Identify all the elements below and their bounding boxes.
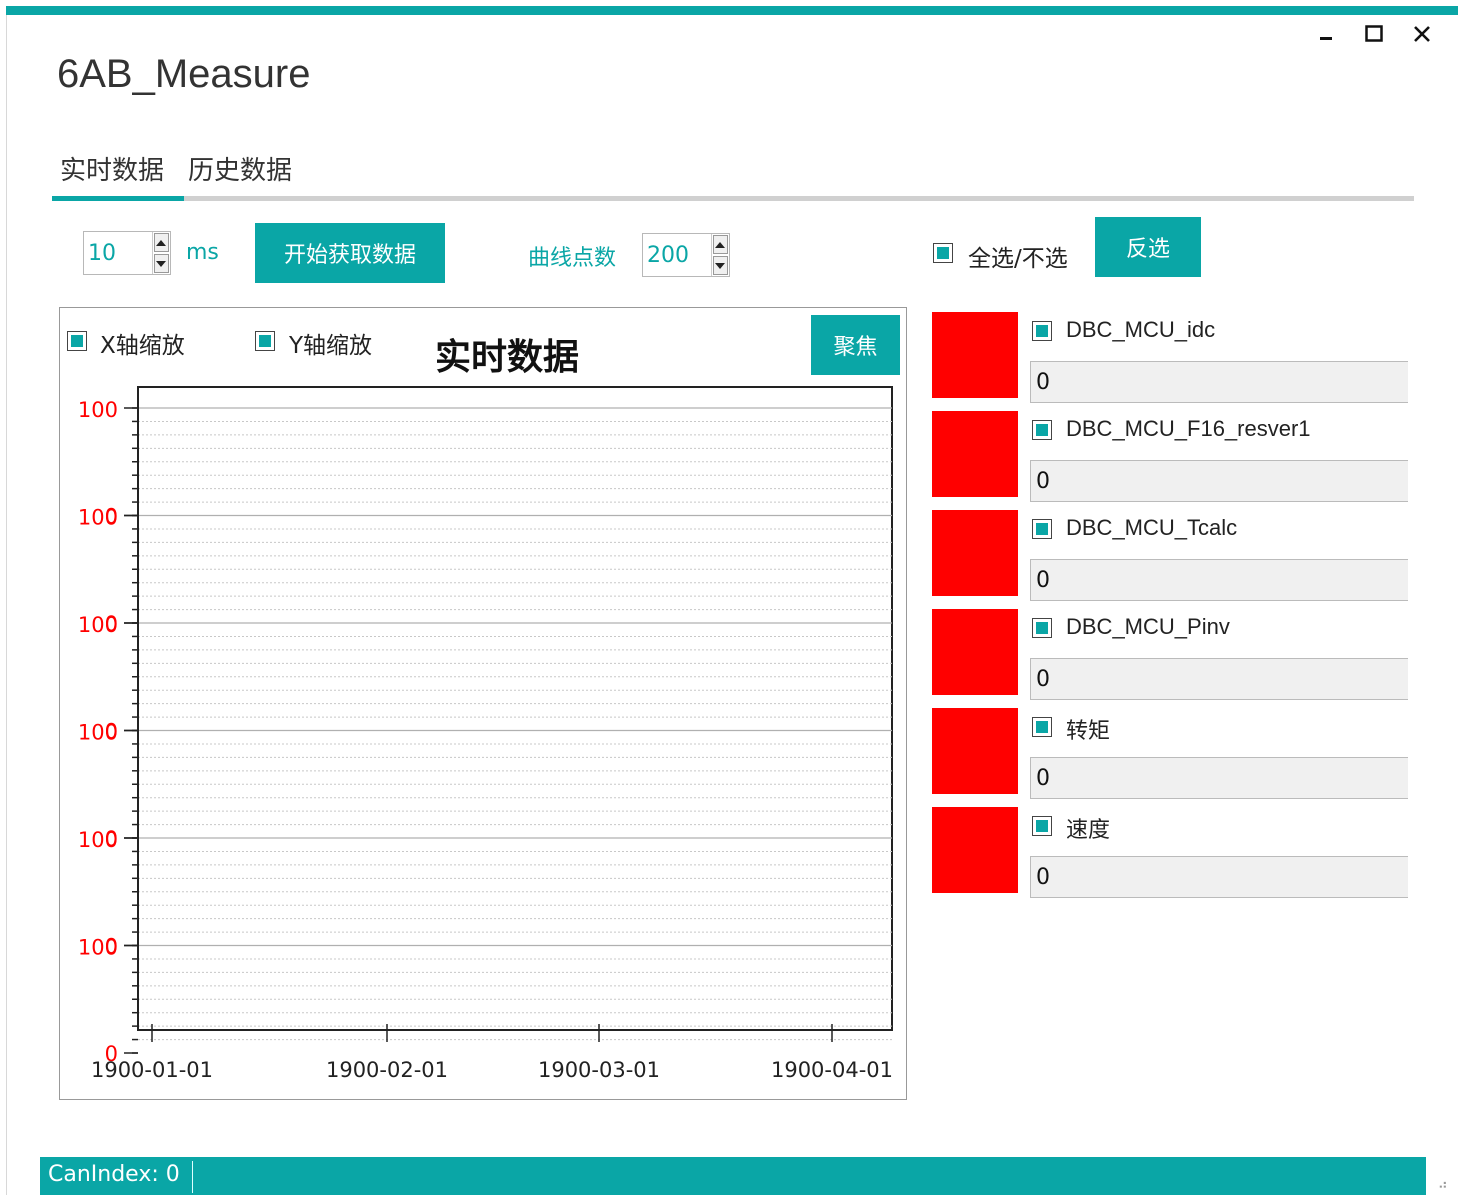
checkbox-fill [1036, 424, 1048, 436]
signal-checkbox[interactable] [1032, 420, 1052, 440]
tab-bar: 实时数据 历史数据 [52, 150, 1414, 202]
tab-realtime[interactable]: 实时数据 [54, 150, 170, 187]
window-controls [1312, 20, 1436, 48]
signal-color-swatch[interactable] [932, 312, 1018, 398]
x-tick-label: 1900-01-01 [91, 1058, 213, 1082]
window-border [6, 15, 7, 1195]
signal-name: 转矩 [1066, 718, 1111, 743]
x-tick-label: 1900-03-01 [538, 1058, 660, 1082]
signal-checkbox[interactable] [1032, 717, 1052, 737]
points-spin-buttons [710, 234, 729, 276]
y-zoom-checkbox[interactable] [255, 331, 275, 351]
resize-grip-icon[interactable]: ⣠ [1438, 1173, 1448, 1189]
interval-spin-buttons [151, 232, 170, 274]
x-tick-label: 1900-04-01 [771, 1058, 893, 1082]
signal-name: 速度 [1066, 817, 1111, 842]
signal-name: DBC_MCU_F16_resver1 [1066, 416, 1311, 441]
y-tick-label: 100 [78, 936, 118, 960]
close-button[interactable] [1408, 20, 1436, 48]
minimize-icon [1320, 37, 1332, 40]
start-acquisition-button[interactable]: 开始获取数据 [255, 223, 445, 283]
signal-color-swatch[interactable] [932, 609, 1018, 695]
interval-input[interactable] [84, 232, 152, 274]
invert-selection-button[interactable]: 反选 [1095, 217, 1201, 277]
arrow-up-icon [715, 241, 726, 248]
signal-value-field[interactable]: 0 [1030, 856, 1408, 898]
signal-checkbox[interactable] [1032, 816, 1052, 836]
signal-value-field[interactable]: 0 [1030, 658, 1408, 700]
signal-name: DBC_MCU_Tcalc [1066, 515, 1238, 540]
close-icon [1414, 26, 1430, 42]
interval-unit-label: ms [186, 240, 219, 265]
checkbox-fill [1036, 325, 1048, 337]
y-tick-label: 100 [78, 613, 118, 637]
signal-value-field[interactable]: 0 [1030, 361, 1408, 403]
focus-button[interactable]: 聚焦 [811, 315, 900, 375]
checkbox-fill [1036, 622, 1048, 634]
signal-value-field[interactable]: 0 [1030, 757, 1408, 799]
tab-underline [52, 196, 1414, 201]
signal-name: DBC_MCU_Pinv [1066, 614, 1230, 639]
checkbox-fill [71, 335, 83, 347]
status-separator [192, 1161, 193, 1193]
arrow-down-icon [156, 260, 167, 267]
window-title: 6AB_Measure [57, 52, 311, 96]
minimize-button[interactable] [1312, 20, 1340, 48]
select-all-label: 全选/不选 [968, 246, 1068, 272]
points-down-button[interactable] [712, 256, 728, 275]
maximize-icon [1365, 25, 1383, 42]
interval-spinner[interactable] [83, 231, 171, 275]
checkbox-fill [1036, 820, 1048, 832]
checkbox-fill [937, 247, 949, 259]
signal-color-swatch[interactable] [932, 708, 1018, 794]
curve-points-spinner[interactable] [642, 233, 730, 277]
y-tick-label: 100 [78, 398, 118, 422]
curve-points-label: 曲线点数 [528, 246, 617, 271]
y-zoom-label: Y轴缩放 [289, 333, 373, 359]
realtime-chart[interactable]: 1000100010001000100010001900-01-01 1900-0… [60, 380, 905, 1095]
signal-value-field[interactable]: 0 [1030, 559, 1408, 601]
y-tick-label: 100 [78, 721, 118, 745]
checkbox-fill [1036, 721, 1048, 733]
chart-title: 实时数据 [435, 337, 580, 378]
checkbox-fill [259, 335, 271, 347]
tab-active-indicator [52, 196, 184, 201]
signal-color-swatch[interactable] [932, 510, 1018, 596]
interval-down-button[interactable] [153, 254, 169, 273]
plot-area [137, 386, 893, 1031]
checkbox-fill [1036, 523, 1048, 535]
y-tick-label: 100 [78, 828, 118, 852]
arrow-up-icon [156, 239, 167, 246]
signal-checkbox[interactable] [1032, 321, 1052, 341]
window-top-stripe [6, 6, 1458, 15]
status-bar: CanIndex: 0 [40, 1157, 1426, 1195]
select-all-checkbox[interactable] [933, 243, 953, 263]
arrow-down-icon [715, 262, 726, 269]
tab-history[interactable]: 历史数据 [182, 150, 298, 187]
signal-color-swatch[interactable] [932, 807, 1018, 893]
signal-checkbox[interactable] [1032, 519, 1052, 539]
x-tick-label: 1900-02-01 [326, 1058, 448, 1082]
points-up-button[interactable] [712, 235, 728, 254]
signal-value-field[interactable]: 0 [1030, 460, 1408, 502]
curve-points-input[interactable] [643, 234, 711, 276]
x-zoom-label: X轴缩放 [100, 333, 185, 359]
y-tick-label: 100 [78, 506, 118, 530]
signal-name: DBC_MCU_idc [1066, 317, 1216, 342]
can-index-status: CanIndex: 0 [48, 1162, 180, 1187]
x-zoom-checkbox[interactable] [67, 331, 87, 351]
signal-color-swatch[interactable] [932, 411, 1018, 497]
signal-checkbox[interactable] [1032, 618, 1052, 638]
maximize-button[interactable] [1360, 20, 1388, 48]
interval-up-button[interactable] [153, 233, 169, 252]
